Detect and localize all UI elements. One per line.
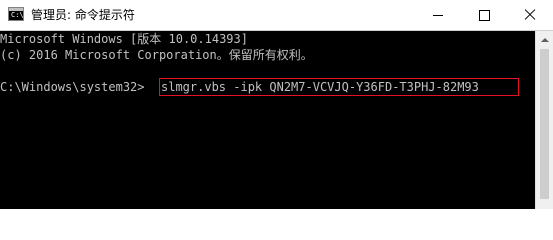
cmd-icon[interactable]: C:\ xyxy=(8,7,24,21)
version-line: Microsoft Windows [版本 10.0.14393] xyxy=(0,32,248,46)
chevron-up-icon xyxy=(540,37,549,42)
close-icon xyxy=(524,9,536,21)
vertical-scrollbar[interactable] xyxy=(535,31,553,209)
minimize-icon xyxy=(433,14,443,16)
prompt-path: C:\Windows\system32> xyxy=(0,80,145,94)
copyright-line: (c) 2016 Microsoft Corporation。保留所有权利。 xyxy=(0,48,313,62)
window-title: 管理员: 命令提示符 xyxy=(31,8,135,22)
command-prompt-window: C:\ 管理员: 命令提示符 Microsoft Windows [版本 10.… xyxy=(0,0,553,209)
scroll-up-button[interactable] xyxy=(536,31,553,48)
maximize-icon xyxy=(478,9,490,21)
scroll-thumb[interactable] xyxy=(540,49,549,199)
maximize-button[interactable] xyxy=(461,0,507,30)
title-bar[interactable]: C:\ 管理员: 命令提示符 xyxy=(0,0,553,31)
console-area[interactable]: Microsoft Windows [版本 10.0.14393] (c) 20… xyxy=(0,31,535,209)
cmd-icon-glyph: C:\ xyxy=(11,11,24,19)
close-button[interactable] xyxy=(507,0,553,30)
minimize-button[interactable] xyxy=(415,0,461,30)
typed-command: slmgr.vbs -ipk QN2M7-VCVJQ-Y36FD-T3PHJ-8… xyxy=(161,80,479,94)
